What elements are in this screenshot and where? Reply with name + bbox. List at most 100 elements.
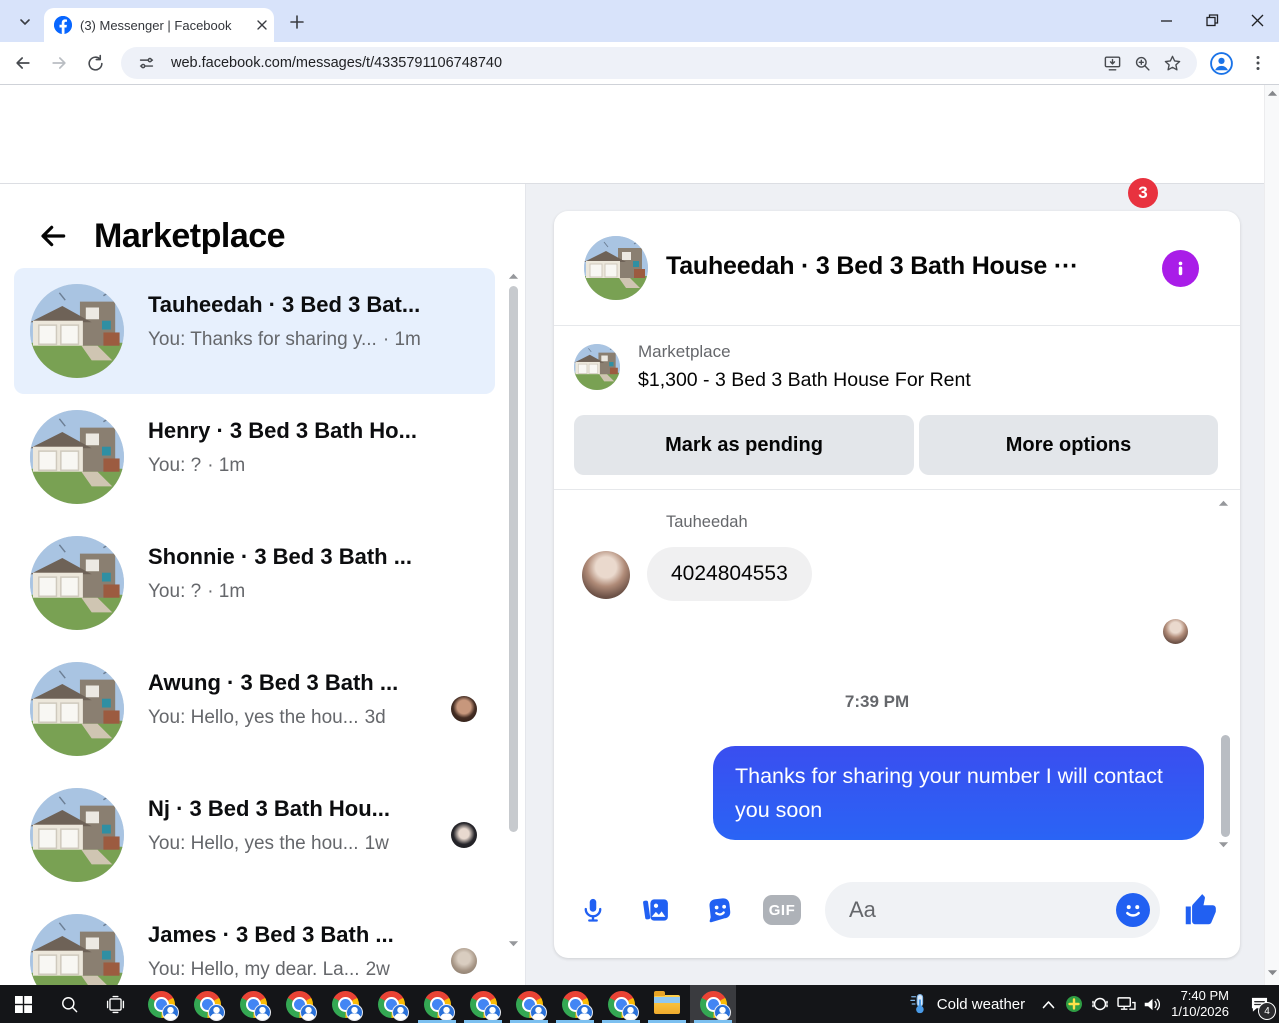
new-tab-button[interactable]	[284, 9, 310, 35]
conversation-title: Nj · 3 Bed 3 Bath Hou...	[148, 796, 391, 821]
conversation-text: Shonnie · 3 Bed 3 Bath ... You: ? · 1m	[148, 544, 451, 603]
taskbar-clock[interactable]: 7:40 PM 1/10/2026	[1165, 988, 1239, 1020]
taskbar-search-button[interactable]	[46, 985, 92, 1023]
gif-button[interactable]: GIF	[762, 890, 802, 930]
voice-clip-button[interactable]	[573, 890, 613, 930]
attach-photo-button[interactable]	[636, 890, 676, 930]
chrome-profile-badge	[575, 1003, 593, 1021]
browser-menu-button[interactable]	[1243, 48, 1273, 78]
incoming-message-bubble[interactable]: 4024804553	[647, 547, 812, 601]
listing-thumbnail[interactable]	[574, 344, 620, 390]
conversation-snippet: You: Hello, my dear. La... 2w	[148, 959, 390, 980]
taskbar-chrome-button[interactable]	[230, 985, 276, 1023]
send-like-button[interactable]	[1178, 888, 1222, 932]
conversation-avatar	[30, 284, 124, 378]
conversation-item[interactable]: Nj · 3 Bed 3 Bath Hou... You: Hello, yes …	[14, 772, 495, 898]
conversation-text: Nj · 3 Bed 3 Bath Hou... You: Hello, yes …	[148, 796, 451, 855]
conversation-snippet: You: ? · 1m	[148, 581, 246, 602]
tab-search-button[interactable]	[12, 9, 38, 35]
taskbar-chrome-button[interactable]	[414, 985, 460, 1023]
install-app-icon[interactable]	[1097, 48, 1127, 78]
back-arrow-button[interactable]	[36, 219, 70, 253]
taskbar-chrome-active-button[interactable]	[690, 985, 736, 1023]
tray-network-icon[interactable]	[1113, 985, 1139, 1023]
house-photo	[30, 284, 124, 378]
tray-security-icon[interactable]	[1061, 985, 1087, 1023]
taskbar-chrome-button[interactable]	[552, 985, 598, 1023]
page-scroll-up-icon[interactable]	[1267, 89, 1278, 97]
mark-as-pending-button[interactable]: Mark as pending	[574, 415, 914, 475]
browser-tab[interactable]: (3) Messenger | Facebook	[44, 8, 274, 42]
conversation-item[interactable]: James · 3 Bed 3 Bath ... You: Hello, my d…	[14, 898, 495, 985]
message-input[interactable]: Aa	[825, 882, 1160, 938]
taskbar-weather-widget[interactable]: Cold weather	[900, 993, 1035, 1015]
zoom-icon[interactable]	[1127, 48, 1157, 78]
emoji-button[interactable]	[1116, 893, 1150, 927]
action-center-button[interactable]: 4	[1239, 985, 1279, 1023]
sidebar-header: Marketplace	[0, 208, 525, 264]
outgoing-message-bubble[interactable]: Thanks for sharing your number I will co…	[713, 746, 1204, 840]
action-center-badge: 4	[1258, 1002, 1276, 1020]
browser-profile-button[interactable]	[1206, 48, 1236, 78]
tray-meet-now-icon[interactable]	[1087, 985, 1113, 1023]
messages-scroll-up-icon[interactable]	[1218, 499, 1229, 507]
chat-title[interactable]: Tauheedah · 3 Bed 3 Bath House ···	[666, 252, 1078, 281]
sender-avatar[interactable]	[582, 551, 630, 599]
taskbar-chrome-button[interactable]	[368, 985, 414, 1023]
window-close-button[interactable]	[1235, 0, 1279, 40]
conversation-time: 1w	[364, 833, 389, 854]
sidebar-scroll-up-icon[interactable]	[508, 272, 519, 280]
taskbar-chrome-button[interactable]	[460, 985, 506, 1023]
sticker-button[interactable]	[700, 890, 740, 930]
taskbar-chrome-button[interactable]	[276, 985, 322, 1023]
conversation-time: 3d	[364, 707, 386, 728]
taskbar-chrome-button[interactable]	[138, 985, 184, 1023]
taskbar-chrome-button[interactable]	[322, 985, 368, 1023]
emoji-smiley-icon	[1126, 905, 1140, 917]
page-scrollbar[interactable]	[1264, 85, 1279, 985]
sidebar-scrollbar-thumb[interactable]	[509, 286, 518, 832]
tab-close-icon[interactable]	[256, 19, 268, 31]
more-options-button[interactable]: More options	[919, 415, 1218, 475]
back-button[interactable]	[8, 48, 38, 78]
taskbar-chrome-button[interactable]	[598, 985, 644, 1023]
url-bar[interactable]: web.facebook.com/messages/t/433579110674…	[121, 47, 1197, 79]
conversation-title: Henry · 3 Bed 3 Bath Ho...	[148, 418, 417, 443]
chrome-profile-badge	[391, 1003, 409, 1021]
conversation-item[interactable]: Awung · 3 Bed 3 Bath ... You: Hello, yes …	[14, 646, 495, 772]
conversation-item[interactable]: Tauheedah · 3 Bed 3 Bat... You: Thanks fo…	[14, 268, 495, 394]
reload-button[interactable]	[80, 48, 110, 78]
chat-area: Tauheedah · 3 Bed 3 Bath House ··· Marke…	[526, 184, 1279, 985]
chat-avatar[interactable]	[584, 236, 648, 300]
messages-scroll-down-icon[interactable]	[1218, 841, 1229, 849]
url-text[interactable]: web.facebook.com/messages/t/433579110674…	[171, 55, 1097, 71]
task-view-button[interactable]	[92, 985, 138, 1023]
bookmark-star-icon[interactable]	[1157, 48, 1187, 78]
taskbar-chrome-button[interactable]	[184, 985, 230, 1023]
page-scroll-down-icon[interactable]	[1265, 965, 1279, 981]
conversation-snippet: You: Thanks for sharing y... · 1m	[148, 329, 421, 350]
tray-volume-icon[interactable]	[1139, 985, 1165, 1023]
browser-toolbar: web.facebook.com/messages/t/433579110674…	[0, 42, 1279, 85]
taskbar-chrome-button[interactable]	[506, 985, 552, 1023]
conversation-item[interactable]: Henry · 3 Bed 3 Bath Ho... You: ? · 1m	[14, 394, 495, 520]
start-button[interactable]	[0, 985, 46, 1023]
conversation-info-button[interactable]	[1162, 250, 1199, 287]
site-info-icon[interactable]	[131, 48, 161, 78]
windows-taskbar: Cold weather 7:40 PM 1/10/2026 4	[0, 985, 1279, 1023]
forward-button[interactable]	[44, 48, 74, 78]
window-minimize-button[interactable]	[1144, 0, 1188, 40]
sidebar-scroll-down-icon[interactable]	[508, 940, 519, 948]
chat-header: Tauheedah · 3 Bed 3 Bath House ···	[554, 211, 1240, 326]
conversation-item[interactable]: Shonnie · 3 Bed 3 Bath ... You: ? · 1m	[14, 520, 495, 646]
tab-title: (3) Messenger | Facebook	[80, 17, 232, 33]
tray-show-hidden-icons[interactable]	[1035, 985, 1061, 1023]
conversation-avatar	[30, 662, 124, 756]
messages-scrollbar-thumb[interactable]	[1221, 735, 1230, 837]
conversation-avatar	[30, 914, 124, 985]
conversation-title: James · 3 Bed 3 Bath ...	[148, 922, 394, 947]
conversation-title: Shonnie · 3 Bed 3 Bath ...	[148, 544, 413, 569]
taskbar-file-explorer-button[interactable]	[644, 985, 690, 1023]
window-restore-button[interactable]	[1190, 0, 1234, 40]
message-composer: GIF Aa	[554, 862, 1240, 958]
